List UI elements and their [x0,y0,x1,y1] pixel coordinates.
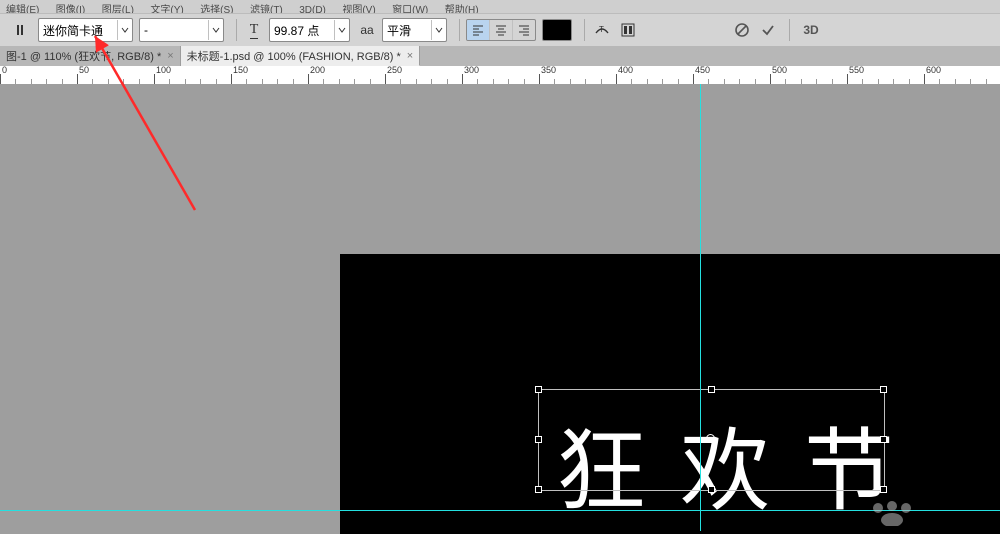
text-orientation-toggle[interactable] [10,19,32,41]
font-style-input[interactable] [140,20,208,40]
font-size-icon: T [243,19,265,41]
horizontal-guide[interactable] [0,510,1000,511]
ruler-tick: 300 [462,66,463,84]
antialias-icon: aa [356,19,378,41]
ruler-tick: 550 [847,66,848,84]
transform-handle[interactable] [535,486,542,493]
character-panel-button[interactable] [617,19,639,41]
cancel-icon[interactable] [731,19,753,41]
threeD-button[interactable]: 3D [796,19,826,41]
separator [789,19,790,41]
chevron-down-icon[interactable] [117,20,132,40]
commit-icon[interactable] [757,19,779,41]
document-tab-label: 未标题-1.psd @ 100% (FASHION, RGB/8) * [187,48,401,64]
text-color-swatch[interactable] [542,19,572,41]
transform-handle[interactable] [880,436,887,443]
document-tab-label: 图-1 @ 110% (狂欢节, RGB/8) * [6,48,161,64]
transform-handle[interactable] [708,486,715,493]
ruler-tick: 350 [539,66,540,84]
transform-handle[interactable] [535,436,542,443]
ruler-tick: 100 [154,66,155,84]
ruler-tick: 500 [770,66,771,84]
align-left-button[interactable] [467,20,490,40]
font-family-input[interactable] [39,20,117,40]
transform-handle[interactable] [708,386,715,393]
ruler-tick: 0 [0,66,1,84]
horizontal-ruler[interactable]: 050100150200250300350400450500550600650 [0,66,1000,85]
separator [236,19,237,41]
document-tab[interactable]: 图-1 @ 110% (狂欢节, RGB/8) * × [0,46,181,66]
chevron-down-icon[interactable] [208,20,223,40]
svg-text:T: T [599,25,604,34]
antialias-combo[interactable] [382,18,447,42]
ruler-tick: 200 [308,66,309,84]
chevron-down-icon[interactable] [431,20,446,40]
font-size-combo[interactable] [269,18,350,42]
menubar: 编辑(E) 图像(I) 图层(L) 文字(Y) 选择(S) 滤镜(T) 3D(D… [0,0,1000,13]
align-center-button[interactable] [490,20,513,40]
text-options-bar: T aa T [0,13,1000,47]
document-tab-bar: 图-1 @ 110% (狂欢节, RGB/8) * × 未标题-1.psd @ … [0,46,1000,66]
text-align-group [466,19,536,41]
ruler-tick: 50 [77,66,78,84]
transform-handle[interactable] [880,386,887,393]
separator [459,19,460,41]
warp-text-button[interactable]: T [591,19,613,41]
separator [584,19,585,41]
chevron-down-icon[interactable] [334,20,349,40]
ruler-tick: 450 [693,66,694,84]
font-style-combo[interactable] [139,18,224,42]
ruler-tick: 150 [231,66,232,84]
font-size-input[interactable] [270,20,334,40]
ruler-tick: 600 [924,66,925,84]
document-tab[interactable]: 未标题-1.psd @ 100% (FASHION, RGB/8) * × [181,46,421,66]
font-family-combo[interactable] [38,18,133,42]
close-icon[interactable]: × [167,50,173,62]
close-icon[interactable]: × [407,50,413,62]
ruler-tick: 400 [616,66,617,84]
align-right-button[interactable] [513,20,535,40]
transform-center-icon[interactable] [706,434,715,443]
transform-handle[interactable] [535,386,542,393]
antialias-input[interactable] [383,20,431,40]
ruler-tick: 250 [385,66,386,84]
vertical-guide[interactable] [700,84,701,531]
transform-handle[interactable] [880,486,887,493]
